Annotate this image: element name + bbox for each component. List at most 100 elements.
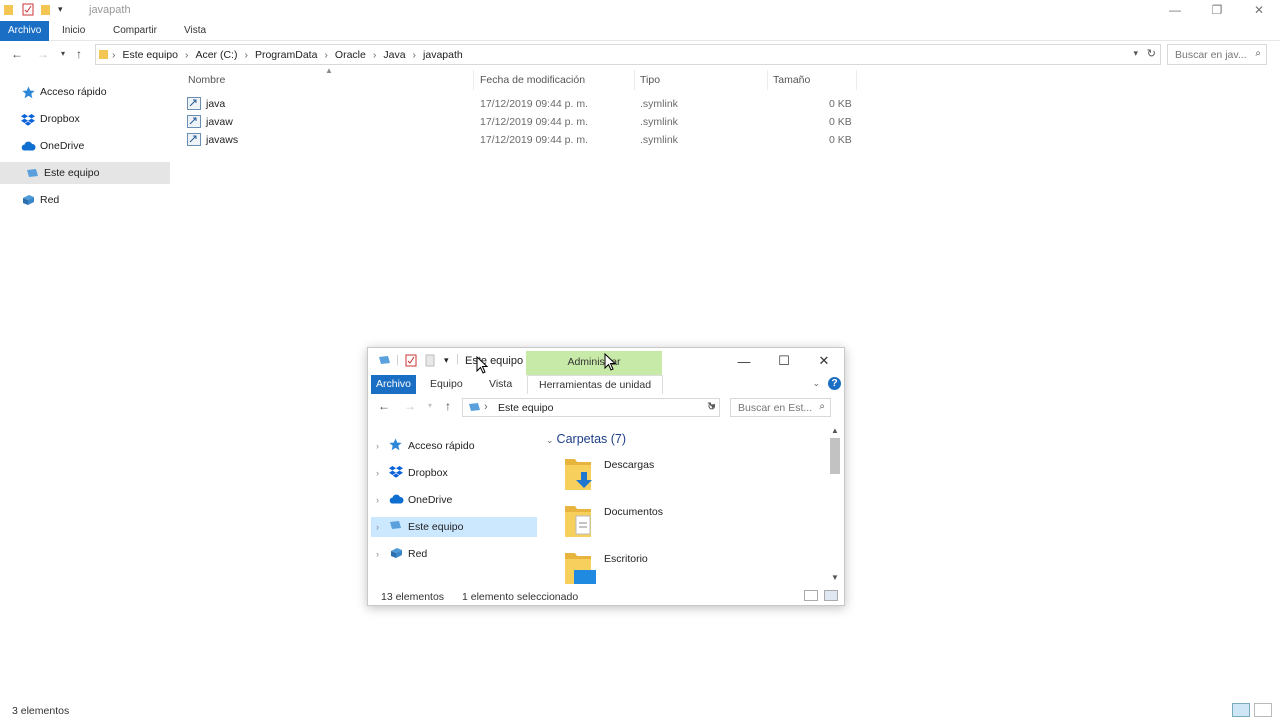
scroll-up-arrow-icon[interactable]: ▲ bbox=[831, 426, 839, 435]
folder-item-documentos[interactable]: Documentos bbox=[563, 503, 813, 543]
tab-herramientas-de-unidad[interactable]: Herramientas de unidad bbox=[527, 375, 664, 394]
tab-archivo[interactable]: Archivo bbox=[0, 21, 50, 41]
expand-chevron-icon[interactable]: › bbox=[371, 495, 384, 505]
column-header-name[interactable]: Nombre bbox=[183, 70, 474, 90]
file-name: java bbox=[206, 98, 226, 110]
back-arrow-icon[interactable]: ← bbox=[11, 47, 23, 61]
sidebar-item-este-equipo[interactable]: › Este equipo bbox=[371, 517, 537, 537]
file-modified: 17/12/2019 09:44 p. m. bbox=[480, 98, 588, 110]
large-icons-view-icon[interactable] bbox=[1254, 703, 1272, 717]
properties-icon[interactable] bbox=[405, 354, 417, 367]
tab-inicio[interactable]: Inicio bbox=[62, 21, 85, 41]
cloud-icon bbox=[20, 139, 36, 153]
collapse-chevron-icon[interactable]: ⌄ bbox=[546, 435, 554, 445]
breadcrumb-item[interactable]: Este equipo bbox=[498, 402, 553, 414]
column-header-modified[interactable]: Fecha de modificación bbox=[475, 70, 635, 90]
sidebar-item-acceso-rapido[interactable]: › Acceso rápido bbox=[371, 436, 537, 456]
folder-item-escritorio[interactable]: Escritorio bbox=[563, 550, 813, 585]
back-arrow-icon[interactable]: ← bbox=[378, 399, 390, 413]
details-view-icon[interactable] bbox=[1232, 703, 1250, 717]
address-dropdown-chevron-icon[interactable]: ▾ bbox=[1133, 48, 1138, 59]
folder-name: Descargas bbox=[604, 459, 655, 471]
breadcrumb: › Este equipo › Acer (C:) › ProgramData … bbox=[112, 49, 463, 61]
column-header-type[interactable]: Tipo bbox=[635, 70, 768, 90]
new-folder-icon[interactable] bbox=[425, 354, 435, 367]
tab-compartir[interactable]: Compartir bbox=[113, 21, 157, 41]
vertical-scrollbar[interactable]: ▲ ▼ bbox=[828, 426, 842, 586]
up-arrow-icon[interactable]: ↑ bbox=[445, 399, 451, 413]
restore-button[interactable]: ❐ bbox=[1196, 0, 1238, 20]
sidebar-item-onedrive[interactable]: OneDrive bbox=[0, 135, 170, 157]
address-bar[interactable]: › Este equipo › Acer (C:) › ProgramData … bbox=[95, 44, 1161, 65]
search-input[interactable]: Buscar en Est... ⌕ bbox=[730, 398, 831, 417]
breadcrumb-item[interactable]: Este equipo bbox=[123, 49, 178, 61]
close-button[interactable]: ✕ bbox=[804, 348, 844, 374]
tab-archivo[interactable]: Archivo bbox=[371, 375, 417, 394]
expand-chevron-icon[interactable]: › bbox=[371, 468, 384, 478]
status-item-count: 3 elementos bbox=[12, 705, 70, 717]
help-icon[interactable]: ? bbox=[828, 377, 841, 390]
ribbon-tabs: Archivo Inicio Compartir Vista bbox=[0, 21, 1280, 41]
column-header-size[interactable]: Tamaño bbox=[768, 70, 857, 90]
folder-item-descargas[interactable]: Descargas bbox=[563, 456, 813, 496]
file-type: .symlink bbox=[640, 134, 678, 146]
new-folder-icon[interactable] bbox=[40, 3, 52, 16]
customize-toolbar-icon[interactable]: ▾ bbox=[58, 4, 63, 15]
table-row[interactable]: java 17/12/2019 09:44 p. m. .symlink 0 K… bbox=[187, 95, 857, 113]
expand-chevron-icon[interactable]: › bbox=[371, 522, 384, 532]
large-icons-view-icon[interactable] bbox=[824, 590, 838, 601]
sidebar-item-este-equipo[interactable]: Este equipo bbox=[0, 162, 170, 184]
table-row[interactable]: javaw 17/12/2019 09:44 p. m. .symlink 0 … bbox=[187, 113, 857, 131]
search-input[interactable]: Buscar en jav... ⌕ bbox=[1167, 44, 1267, 65]
sidebar-item-acceso-rapido[interactable]: Acceso rápido bbox=[0, 81, 170, 103]
table-row[interactable]: javaws 17/12/2019 09:44 p. m. .symlink 0… bbox=[187, 131, 857, 149]
breadcrumb-item[interactable]: ProgramData bbox=[255, 49, 317, 61]
ribbon-expand-chevron-icon[interactable]: ⌄ bbox=[812, 378, 820, 389]
breadcrumb-item[interactable]: Oracle bbox=[335, 49, 366, 61]
sidebar-item-label: Red bbox=[40, 194, 60, 206]
sidebar-item-dropbox[interactable]: Dropbox bbox=[0, 108, 170, 130]
details-view-icon[interactable] bbox=[804, 590, 818, 601]
sidebar-item-red[interactable]: › Red bbox=[371, 544, 537, 564]
tab-vista[interactable]: Vista bbox=[184, 21, 206, 41]
window-title: Este equipo bbox=[465, 355, 524, 367]
breadcrumb-item[interactable]: Acer (C:) bbox=[195, 49, 237, 61]
network-icon bbox=[20, 193, 36, 207]
customize-toolbar-icon[interactable]: ▾ bbox=[444, 355, 449, 366]
group-header-carpetas[interactable]: ⌄ Carpetas (7) bbox=[546, 432, 626, 446]
folder-icon[interactable] bbox=[4, 3, 16, 16]
sidebar-item-label: Este equipo bbox=[408, 521, 464, 533]
maximize-button[interactable]: ☐ bbox=[764, 348, 804, 374]
sidebar-item-onedrive[interactable]: › OneDrive bbox=[371, 490, 537, 510]
refresh-icon[interactable]: ↻ bbox=[707, 400, 716, 413]
breadcrumb-item[interactable]: Java bbox=[383, 49, 405, 61]
recent-locations-chevron-icon[interactable]: ▾ bbox=[428, 401, 432, 410]
up-arrow-icon[interactable]: ↑ bbox=[76, 47, 82, 61]
tab-administrar[interactable]: Administrar bbox=[526, 351, 662, 375]
sidebar-item-label: Red bbox=[408, 548, 428, 560]
sidebar-item-red[interactable]: Red bbox=[0, 189, 170, 211]
refresh-icon[interactable]: ↻ bbox=[1147, 47, 1156, 60]
breadcrumb-item[interactable]: javapath bbox=[423, 49, 463, 61]
forward-arrow-icon[interactable]: → bbox=[404, 399, 416, 413]
expand-chevron-icon[interactable]: › bbox=[371, 549, 384, 559]
file-modified: 17/12/2019 09:44 p. m. bbox=[480, 116, 588, 128]
star-icon bbox=[20, 85, 36, 99]
minimize-button[interactable]: — bbox=[1154, 0, 1196, 20]
recent-locations-chevron-icon[interactable]: ▾ bbox=[61, 49, 65, 58]
tab-equipo[interactable]: Equipo bbox=[430, 375, 463, 394]
search-icon: ⌕ bbox=[819, 401, 825, 412]
scroll-thumb[interactable] bbox=[830, 438, 840, 474]
scroll-down-arrow-icon[interactable]: ▼ bbox=[831, 573, 839, 582]
tab-vista[interactable]: Vista bbox=[489, 375, 512, 394]
minimize-button[interactable]: — bbox=[724, 348, 764, 374]
file-modified: 17/12/2019 09:44 p. m. bbox=[480, 134, 588, 146]
expand-chevron-icon[interactable]: › bbox=[371, 441, 384, 451]
close-button[interactable]: ✕ bbox=[1238, 0, 1280, 20]
status-item-count: 13 elementos bbox=[381, 591, 445, 603]
properties-icon[interactable] bbox=[22, 3, 34, 16]
sidebar-item-dropbox[interactable]: › Dropbox bbox=[371, 463, 537, 483]
address-bar[interactable]: › Este equipo ▾ bbox=[462, 398, 720, 417]
symlink-file-icon bbox=[187, 97, 201, 110]
forward-arrow-icon[interactable]: → bbox=[37, 47, 49, 61]
